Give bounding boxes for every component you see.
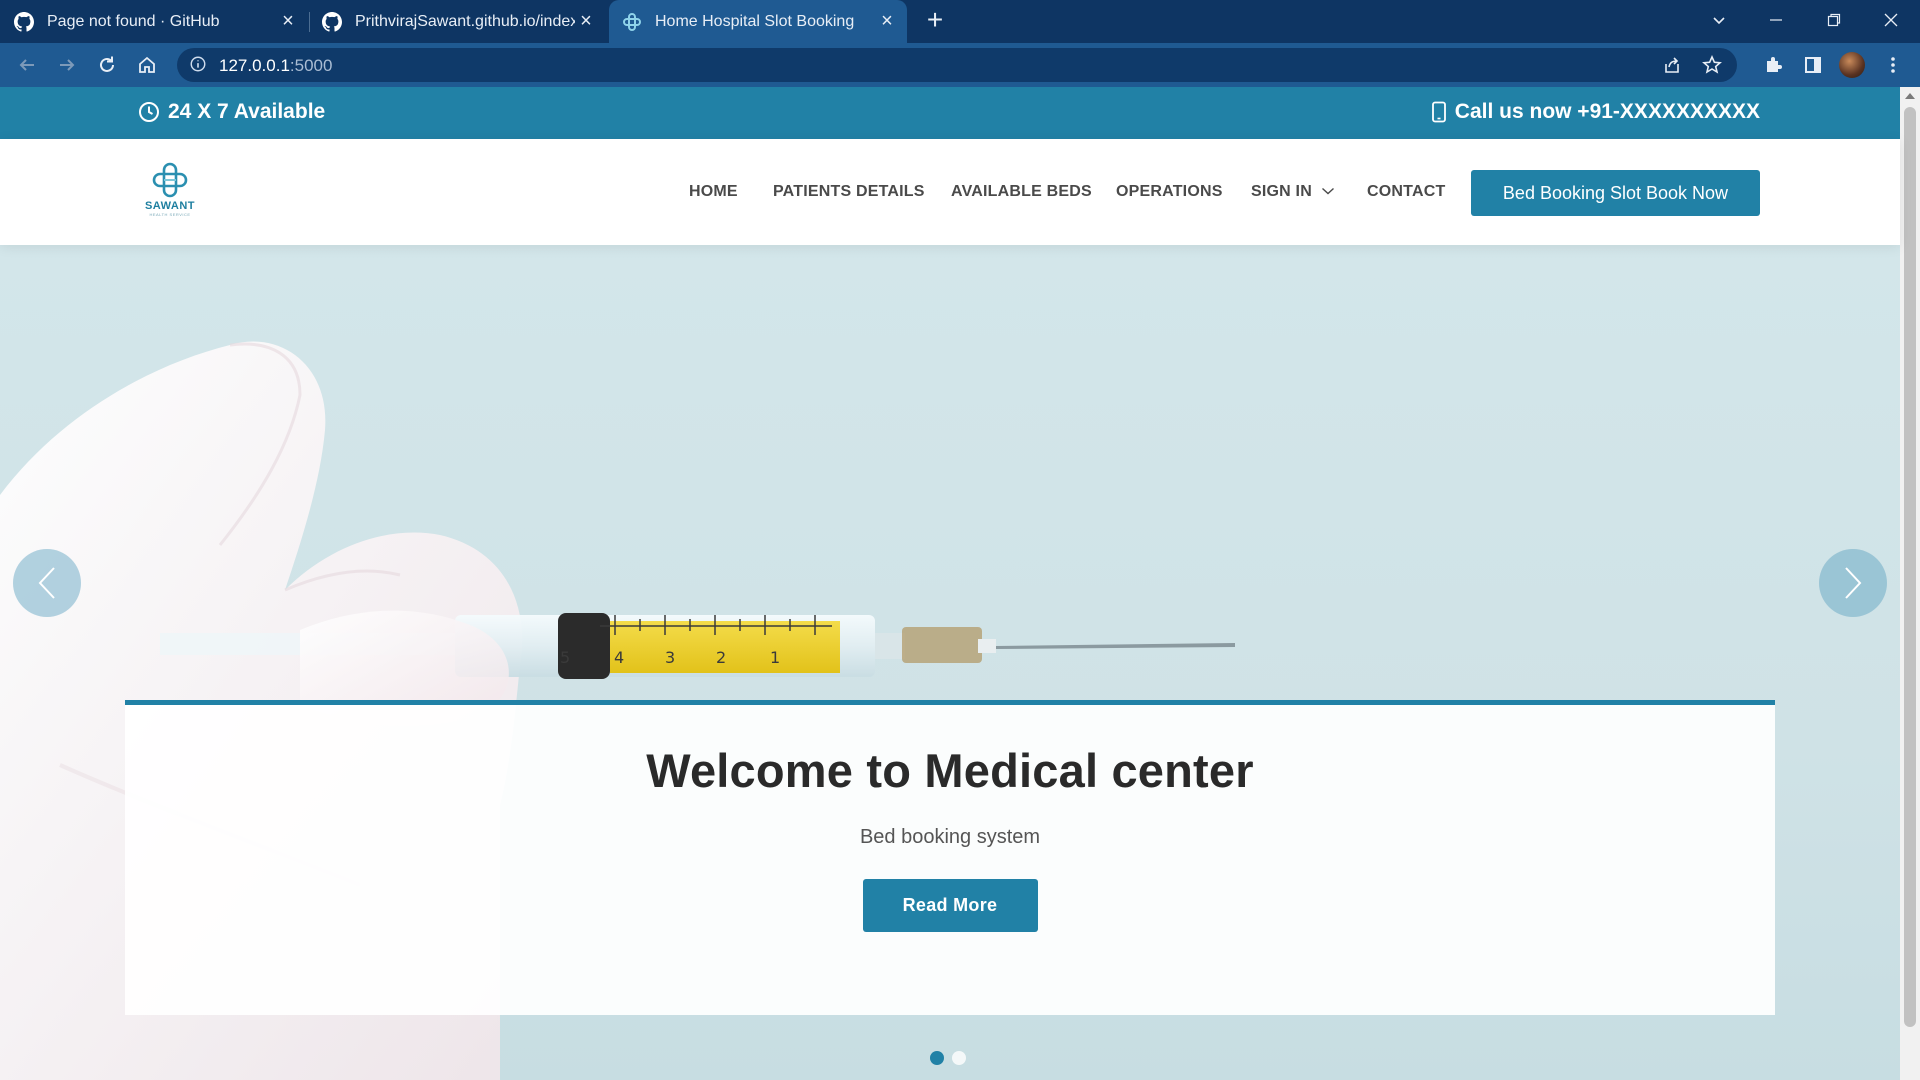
nav-patients-details[interactable]: PATIENTS DETAILS bbox=[773, 183, 925, 201]
nav-sign-in[interactable]: SIGN IN bbox=[1251, 183, 1335, 201]
nav-available-beds[interactable]: AVAILABLE BEDS bbox=[951, 183, 1092, 201]
reload-icon[interactable] bbox=[93, 51, 121, 79]
availability-text: 24 X 7 Available bbox=[168, 100, 326, 123]
clock-icon bbox=[139, 102, 159, 122]
home-icon[interactable] bbox=[133, 51, 161, 79]
book-bed-slot-button[interactable]: Bed Booking Slot Book Now bbox=[1471, 170, 1760, 216]
carousel-prev-button[interactable] bbox=[13, 549, 81, 617]
hero-title: Welcome to Medical center bbox=[646, 744, 1254, 797]
tab-github-not-found[interactable]: Page not found · GitHub × bbox=[14, 0, 308, 43]
syringe-mark-3: 3 bbox=[665, 648, 675, 667]
forward-arrow-icon[interactable] bbox=[53, 51, 81, 79]
nav-home[interactable]: HOME bbox=[689, 183, 738, 201]
browser-tab-strip: Page not found · GitHub × PrithvirajSawa… bbox=[0, 0, 1920, 43]
scroll-up-arrow-icon[interactable] bbox=[1905, 93, 1915, 99]
tab-home-hospital[interactable]: Home Hospital Slot Booking × bbox=[609, 0, 907, 43]
site-logo[interactable]: SAWANT HEALTH SERVICE bbox=[140, 161, 200, 221]
hero-subtitle: Bed booking system bbox=[859, 826, 1041, 848]
info-topbar: 24 X 7 Available Call us now +91-XXXXXXX… bbox=[0, 87, 1900, 139]
new-tab-button[interactable]: + bbox=[922, 6, 948, 34]
chevron-down-icon bbox=[1321, 187, 1334, 195]
url-text: 127.0.0.1:5000 bbox=[219, 56, 332, 76]
logo-name: SAWANT bbox=[144, 200, 196, 212]
hero-caption-box: Welcome to Medical center Bed booking sy… bbox=[125, 700, 1775, 1015]
side-panel-icon[interactable] bbox=[1799, 51, 1827, 79]
minimize-button[interactable] bbox=[1753, 6, 1799, 36]
read-more-button[interactable]: Read More bbox=[862, 879, 1038, 932]
tab-separator bbox=[309, 12, 310, 32]
carousel-dot-1[interactable] bbox=[930, 1051, 944, 1065]
carousel-next-button[interactable] bbox=[1819, 549, 1887, 617]
medical-cross-icon bbox=[622, 12, 642, 32]
chevron-right-icon bbox=[1845, 567, 1862, 599]
close-tab-icon[interactable]: × bbox=[278, 11, 298, 31]
github-icon bbox=[322, 11, 342, 32]
browser-toolbar: 127.0.0.1:5000 bbox=[0, 43, 1920, 87]
chevron-left-icon bbox=[38, 567, 55, 599]
url-host: 127.0.0.1 bbox=[219, 56, 290, 75]
logo-tagline: HEALTH SERVICE bbox=[149, 212, 191, 217]
syringe-mark-1: 1 bbox=[770, 648, 780, 667]
tab-title: Home Hospital Slot Booking bbox=[655, 12, 855, 30]
call-text: Call us now +91-XXXXXXXXXX bbox=[1454, 100, 1760, 123]
carousel-indicators bbox=[930, 1051, 966, 1065]
syringe-mark-4: 4 bbox=[614, 648, 624, 667]
availability-info: 24 X 7 Available bbox=[138, 100, 325, 124]
carousel-dot-2[interactable] bbox=[952, 1051, 966, 1065]
restore-button[interactable] bbox=[1811, 6, 1857, 36]
tab-title: Page not found · GitHub bbox=[47, 12, 220, 30]
syringe-mark-5: 5 bbox=[560, 648, 570, 667]
tab-search-chevron-icon[interactable] bbox=[1696, 6, 1742, 36]
share-icon[interactable] bbox=[1662, 55, 1682, 75]
nav-sign-in-label: SIGN IN bbox=[1251, 183, 1312, 200]
close-tab-icon[interactable]: × bbox=[877, 11, 897, 31]
profile-avatar[interactable] bbox=[1839, 52, 1865, 78]
call-info[interactable]: Call us now +91-XXXXXXXXXX bbox=[1431, 100, 1760, 124]
mobile-phone-icon bbox=[1431, 101, 1446, 123]
main-navbar: SAWANT HEALTH SERVICE HOME PATIENTS DETA… bbox=[0, 139, 1900, 245]
extensions-puzzle-icon[interactable] bbox=[1759, 51, 1787, 79]
site-info-icon[interactable] bbox=[189, 55, 209, 75]
address-bar[interactable]: 127.0.0.1:5000 bbox=[177, 48, 1737, 82]
back-arrow-icon[interactable] bbox=[13, 51, 41, 79]
close-window-button[interactable] bbox=[1868, 6, 1914, 36]
url-port: :5000 bbox=[289, 56, 333, 75]
nav-operations[interactable]: OPERATIONS bbox=[1116, 183, 1223, 201]
tab-github-pages[interactable]: PrithvirajSawant.github.io/index.h × bbox=[322, 0, 606, 43]
github-icon bbox=[14, 11, 34, 32]
syringe-mark-2: 2 bbox=[716, 648, 726, 667]
page-viewport: 24 X 7 Available Call us now +91-XXXXXXX… bbox=[0, 87, 1920, 1080]
browser-menu-icon[interactable] bbox=[1879, 51, 1907, 79]
logo-cross-icon bbox=[152, 162, 188, 198]
nav-contact[interactable]: CONTACT bbox=[1367, 183, 1445, 201]
hero-carousel: 5 4 3 2 1 Welcome to Medical center Bed … bbox=[0, 245, 1900, 1080]
bookmark-star-icon[interactable] bbox=[1702, 55, 1722, 75]
scrollbar-thumb[interactable] bbox=[1904, 107, 1916, 1027]
tab-title: PrithvirajSawant.github.io/index.h bbox=[355, 12, 575, 30]
close-tab-icon[interactable]: × bbox=[576, 11, 596, 31]
page-scrollbar[interactable] bbox=[1900, 87, 1920, 1080]
